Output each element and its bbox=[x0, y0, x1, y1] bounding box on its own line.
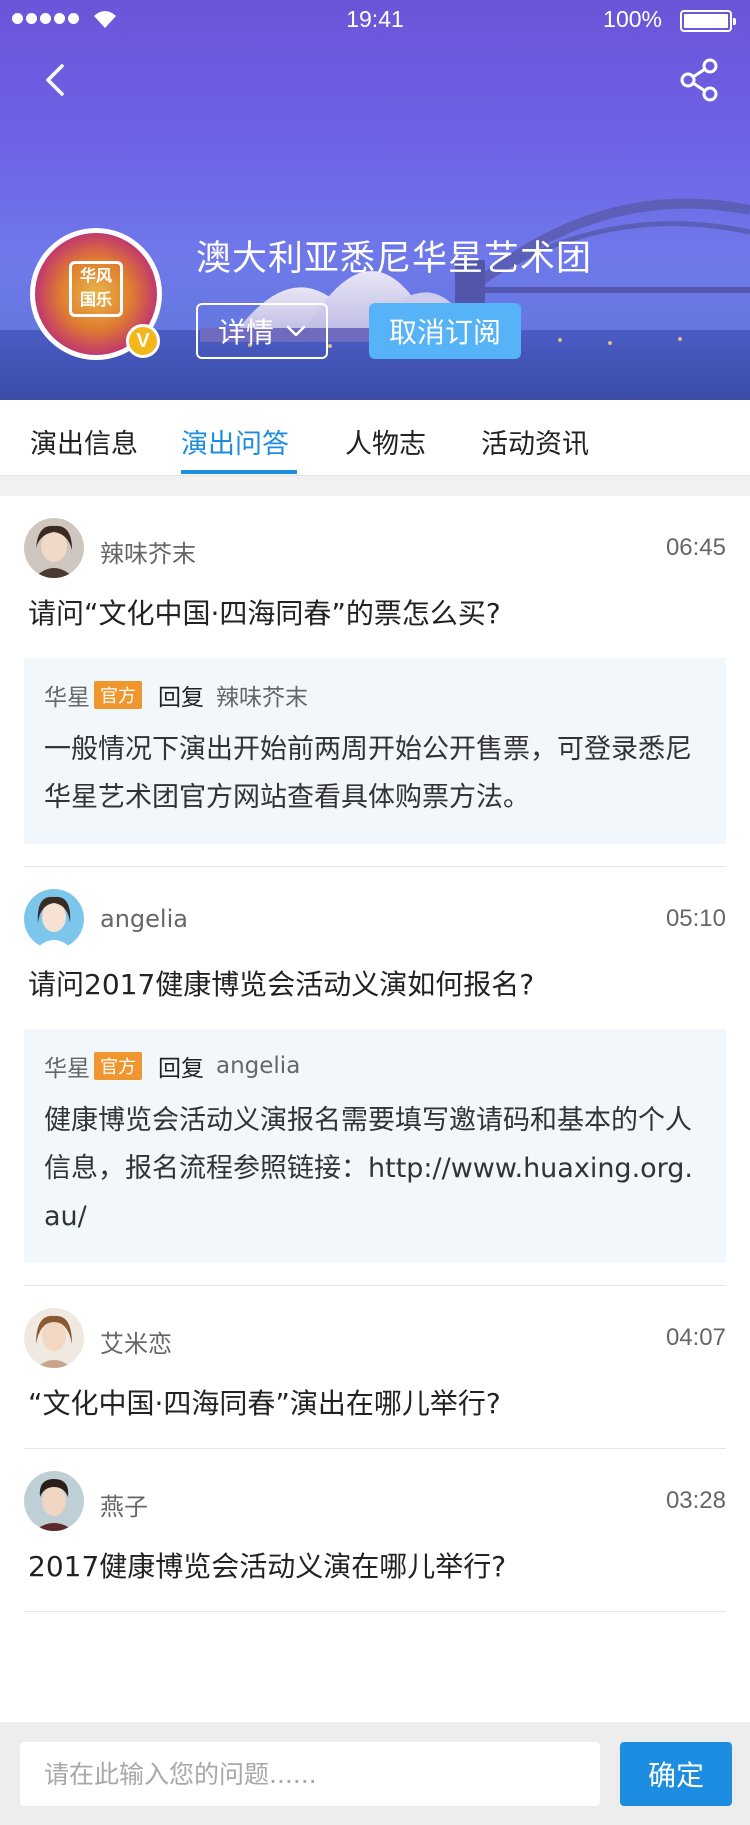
reply-from: 华星 bbox=[44, 1056, 90, 1082]
official-reply: 华星 官方 回复 angelia 健康博览会活动义演报名需要填写邀请码和基本的个… bbox=[24, 1029, 726, 1263]
official-badge: 官方 bbox=[94, 1052, 142, 1080]
avatar[interactable] bbox=[24, 889, 84, 949]
unsubscribe-button[interactable]: 取消订阅 bbox=[369, 303, 521, 359]
question-text: “文化中国·四海同春”演出在哪儿举行? bbox=[28, 1387, 501, 1420]
tab-news[interactable]: 活动资讯 bbox=[481, 422, 589, 461]
question-text: 请问2017健康博览会活动义演如何报名? bbox=[28, 968, 535, 1001]
question-input[interactable] bbox=[20, 1742, 600, 1806]
reply-from: 华星 bbox=[44, 685, 90, 711]
share-icon bbox=[680, 58, 718, 102]
avatar[interactable] bbox=[24, 1308, 84, 1368]
username[interactable]: 艾米恋 bbox=[100, 1324, 172, 1359]
list-item[interactable]: 艾米恋 04:07 “文化中国·四海同春”演出在哪儿举行? bbox=[24, 1286, 726, 1449]
reply-text[interactable]: 健康博览会活动义演报名需要填写邀请码和基本的个人信息，报名流程参照链接：http… bbox=[44, 1097, 706, 1241]
divider bbox=[0, 476, 750, 496]
org-name: 澳大利亚悉尼华星艺术团 bbox=[196, 239, 593, 279]
active-tab-indicator bbox=[181, 470, 297, 474]
battery-percentage: 100% bbox=[603, 6, 662, 32]
list-item[interactable]: 燕子 03:28 2017健康博览会活动义演在哪儿举行? bbox=[24, 1449, 726, 1612]
reply-text: 一般情况下演出开始前两周开始公开售票，可登录悉尼华星艺术团官方网站查看具体购票方… bbox=[44, 734, 692, 813]
timestamp: 06:45 bbox=[665, 534, 726, 561]
tab-performance-info[interactable]: 演出信息 bbox=[30, 422, 138, 461]
org-avatar[interactable]: 华风 国乐 V bbox=[30, 228, 162, 360]
username[interactable]: 辣味芥末 bbox=[100, 534, 196, 569]
reply-to: angelia bbox=[216, 1053, 301, 1079]
confirm-button[interactable]: 确定 bbox=[620, 1742, 732, 1806]
list-item[interactable]: 辣味芥末 06:45 请问“文化中国·四海同春”的票怎么买? 华星 官方 回复 … bbox=[24, 496, 726, 867]
question-text: 2017健康博览会活动义演在哪儿举行? bbox=[28, 1550, 507, 1583]
timestamp: 04:07 bbox=[665, 1324, 726, 1351]
verified-badge: V bbox=[126, 324, 160, 358]
battery-icon bbox=[680, 10, 736, 32]
logo-seal: 华风 国乐 bbox=[69, 261, 123, 317]
timestamp: 03:28 bbox=[665, 1487, 726, 1514]
reply-label: 回复 bbox=[158, 685, 204, 711]
detail-button[interactable]: 详情 bbox=[196, 303, 328, 359]
tab-performance-qa[interactable]: 演出问答 bbox=[181, 422, 289, 461]
list-item[interactable]: angelia 05:10 请问2017健康博览会活动义演如何报名? 华星 官方… bbox=[24, 867, 726, 1286]
chevron-left-icon bbox=[46, 64, 64, 96]
reply-label: 回复 bbox=[158, 1056, 204, 1082]
tab-people[interactable]: 人物志 bbox=[345, 422, 426, 461]
status-bar: 19:41 100% bbox=[0, 0, 750, 40]
share-button[interactable] bbox=[678, 58, 720, 102]
back-button[interactable] bbox=[36, 60, 76, 100]
detail-label: 详情 bbox=[217, 316, 274, 349]
username[interactable]: angelia bbox=[100, 905, 188, 933]
tab-bar: 演出信息 演出问答 人物志 活动资讯 bbox=[0, 400, 750, 476]
timestamp: 05:10 bbox=[665, 905, 726, 932]
official-badge: 官方 bbox=[94, 681, 142, 709]
question-input-bar: 确定 bbox=[0, 1722, 750, 1825]
avatar[interactable] bbox=[24, 518, 84, 578]
profile-header: 19:41 100% 华风 国乐 V 澳大利亚悉尼华星艺术团 详情 取消订阅 bbox=[0, 0, 750, 400]
username[interactable]: 燕子 bbox=[100, 1487, 148, 1522]
official-reply: 华星 官方 回复 辣味芥末 一般情况下演出开始前两周开始公开售票，可登录悉尼华星… bbox=[24, 658, 726, 844]
reply-to: 辣味芥末 bbox=[216, 685, 308, 711]
question-text: 请问“文化中国·四海同春”的票怎么买? bbox=[28, 597, 501, 630]
chevron-down-icon bbox=[286, 325, 306, 337]
avatar[interactable] bbox=[24, 1471, 84, 1531]
qa-list: 辣味芥末 06:45 请问“文化中国·四海同春”的票怎么买? 华星 官方 回复 … bbox=[0, 496, 750, 1612]
